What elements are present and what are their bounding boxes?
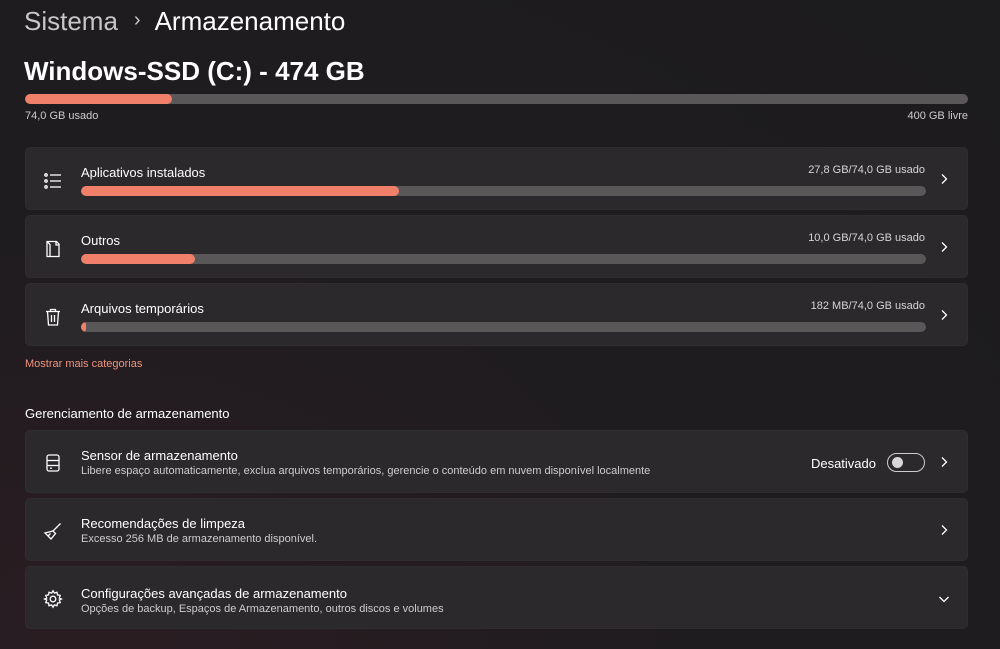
storage-sense-label: Sensor de armazenamento	[81, 448, 238, 463]
category-card-installed-apps[interactable]: Aplicativos instalados 27,8 GB/74,0 GB u…	[25, 147, 968, 210]
category-label: Aplicativos instalados	[81, 165, 206, 180]
drive-usage-bar-fill	[25, 94, 173, 104]
drive-free-label: 400 GB livre	[907, 110, 968, 122]
category-card-temp-files[interactable]: Arquivos temporários 182 MB/74,0 GB usad…	[25, 283, 968, 346]
drive-title: Windows-SSD (C:) - 474 GB	[24, 56, 365, 86]
advanced-storage-settings-label: Configurações avançadas de armazenamento	[81, 586, 347, 601]
drive-used-label: 74,0 GB usado	[25, 110, 99, 122]
breadcrumb: Sistema › Armazenamento	[24, 4, 345, 38]
drive-usage-bar	[25, 94, 968, 104]
advanced-storage-settings-card[interactable]: Configurações avançadas de armazenamento…	[25, 566, 968, 629]
cleanup-recommendations-card[interactable]: Recomendações de limpeza Excesso 256 MB …	[25, 498, 968, 561]
chevron-right-icon	[937, 455, 951, 469]
category-usage-bar	[81, 322, 926, 332]
storage-sense-toggle-label: Desativado	[810, 456, 876, 471]
cleanup-recommendations-label: Recomendações de limpeza	[81, 516, 246, 531]
category-usage-bar	[81, 254, 926, 264]
category-value: 27,8 GB/74,0 GB usado	[808, 164, 925, 176]
category-label: Arquivos temporários	[81, 301, 204, 316]
cleanup-recommendations-description: Excesso 256 MB de armazenamento disponív…	[81, 533, 318, 545]
category-label: Outros	[81, 233, 121, 248]
chevron-right-icon	[937, 172, 951, 186]
toggle-knob	[892, 457, 903, 468]
breadcrumb-parent-sistema[interactable]: Sistema	[24, 6, 118, 37]
broom-icon	[42, 520, 64, 542]
chevron-right-icon	[937, 308, 951, 322]
chevron-right-icon	[937, 240, 951, 254]
show-more-categories-link[interactable]: Mostrar mais categorias	[25, 358, 142, 370]
advanced-storage-settings-description: Opções de backup, Espaços de Armazenamen…	[81, 603, 444, 615]
gear-icon	[42, 588, 64, 610]
storage-sense-card[interactable]: Sensor de armazenamento Libere espaço au…	[25, 430, 968, 493]
category-card-others[interactable]: Outros 10,0 GB/74,0 GB usado	[25, 215, 968, 278]
category-usage-bar	[81, 186, 926, 196]
trash-icon	[42, 306, 64, 328]
category-usage-bar-fill	[81, 322, 87, 332]
breadcrumb-separator: ›	[133, 8, 141, 31]
chevron-down-icon	[937, 592, 951, 606]
document-icon	[42, 238, 64, 260]
chevron-right-icon	[937, 523, 951, 537]
storage-sense-toggle[interactable]	[887, 453, 925, 472]
page-title: Armazenamento	[154, 5, 346, 36]
storage-sense-icon	[42, 452, 64, 474]
section-title-storage-management: Gerenciamento de armazenamento	[25, 406, 230, 421]
category-usage-bar-fill	[81, 254, 196, 264]
list-icon	[42, 170, 64, 192]
storage-sense-description: Libere espaço automaticamente, exclua ar…	[81, 465, 651, 477]
category-value: 182 MB/74,0 GB usado	[810, 300, 925, 312]
category-usage-bar-fill	[81, 186, 399, 196]
category-value: 10,0 GB/74,0 GB usado	[808, 232, 925, 244]
